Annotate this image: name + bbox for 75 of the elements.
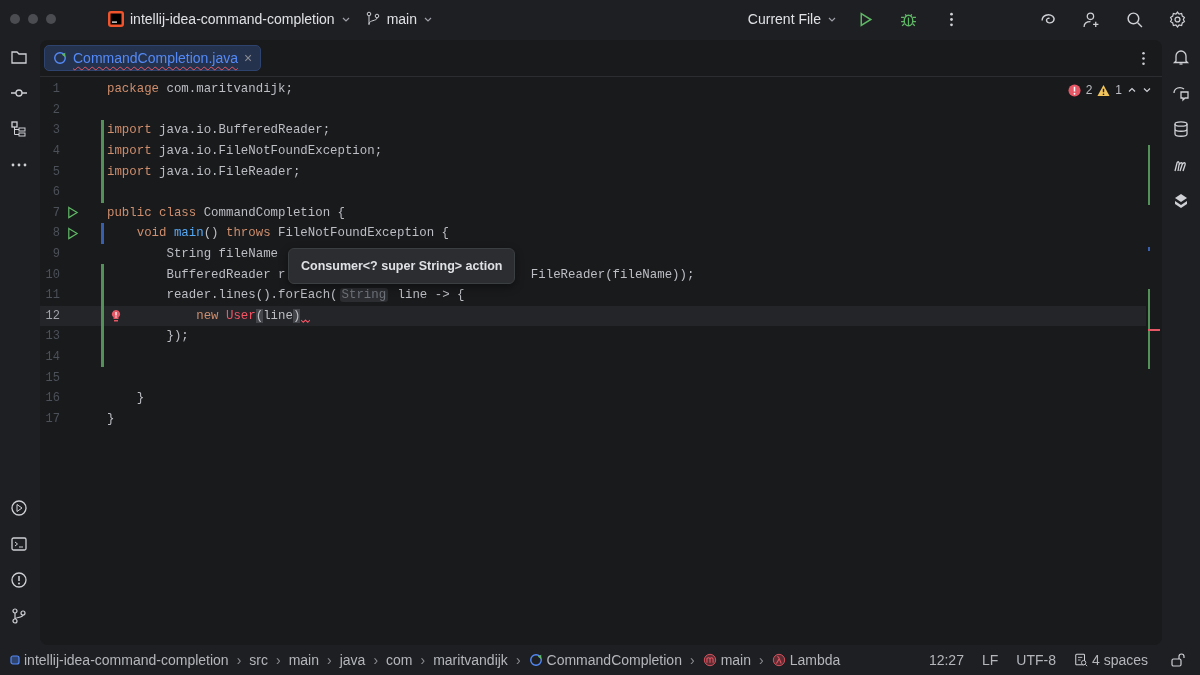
- keyword: package: [107, 82, 160, 97]
- line-number: 1: [51, 82, 60, 97]
- matched-bracket: (: [255, 308, 264, 323]
- breadcrumb-separator: ›: [420, 652, 426, 668]
- breadcrumb-separator: ›: [373, 652, 379, 668]
- breadcrumb-separator: ›: [276, 652, 281, 668]
- line-number: 6: [51, 185, 60, 200]
- caret-position[interactable]: 12:27: [928, 652, 964, 668]
- method-name: main: [173, 226, 204, 241]
- code-text: CommandCompletion {: [203, 205, 345, 220]
- unresolved-symbol: User: [225, 308, 256, 323]
- problems-indicator[interactable]: 2 1: [1067, 83, 1152, 97]
- breadcrumb[interactable]: src: [249, 652, 268, 668]
- breadcrumb[interactable]: main: [702, 652, 751, 668]
- breadcrumb-separator: ›: [689, 652, 695, 668]
- code-text: });: [166, 329, 189, 344]
- breadcrumb-separator: ›: [759, 652, 764, 668]
- breadcrumb[interactable]: maritvandijk: [433, 652, 508, 668]
- line-number: 5: [51, 164, 60, 179]
- code-text: }: [136, 391, 145, 406]
- project-selector[interactable]: intellij-idea-command-completion: [108, 11, 351, 27]
- line-number: 14: [44, 350, 60, 364]
- line-number: 4: [51, 144, 60, 159]
- parameter-info-tooltip: Consumer<? super String> action: [288, 248, 516, 284]
- line-number: 13: [44, 329, 60, 344]
- keyword: new: [196, 308, 219, 323]
- line-number: 7: [51, 205, 60, 220]
- breadcrumb[interactable]: java: [339, 652, 366, 668]
- line-number: 11: [44, 288, 60, 303]
- code-text: FileReader(fileName));: [530, 267, 695, 282]
- breadcrumb-separator: ›: [327, 652, 332, 668]
- keyword: void: [136, 226, 167, 241]
- code-text: java.io.BufferedReader;: [159, 123, 331, 138]
- keyword: throws: [225, 226, 271, 241]
- indent-setting[interactable]: 4 spaces: [1073, 652, 1148, 668]
- breadcrumb-separator: ›: [236, 652, 242, 668]
- line-separator[interactable]: LF: [981, 652, 999, 668]
- keyword: import: [107, 144, 152, 159]
- breadcrumb[interactable]: com: [386, 652, 413, 668]
- code-text: reader.lines().forEach(: [166, 288, 338, 303]
- breadcrumb-separator: ›: [515, 652, 521, 668]
- file-tab[interactable]: CommandCompletion.java ×: [44, 45, 262, 71]
- breadcrumb[interactable]: CommandCompletion: [528, 652, 682, 668]
- breadcrumb[interactable]: main: [288, 652, 319, 668]
- code-text: String fileName: [166, 247, 279, 262]
- close-tab-button[interactable]: ×: [243, 50, 253, 66]
- keyword: public class: [107, 205, 197, 220]
- breadcrumb[interactable]: Lambda: [771, 652, 841, 668]
- code-text: FileNotFoundException {: [278, 226, 450, 241]
- line-number: 3: [51, 123, 60, 138]
- code-text: (): [203, 226, 219, 241]
- tab-label: CommandCompletion.java: [73, 50, 238, 66]
- line-number: 17: [44, 411, 60, 426]
- file-encoding[interactable]: UTF-8: [1016, 652, 1056, 668]
- code-text: BufferedReader r: [166, 267, 286, 282]
- code-text: line -> {: [397, 288, 465, 303]
- keyword: import: [107, 123, 152, 138]
- line-number: 9: [51, 247, 60, 262]
- code-text: com.maritvandijk;: [166, 82, 293, 97]
- branch-selector[interactable]: main: [364, 11, 433, 27]
- line-number: 12: [44, 308, 60, 323]
- line-number: 2: [51, 102, 60, 117]
- breadcrumb[interactable]: intellij-idea-command-completion: [10, 652, 229, 668]
- line-number: 10: [44, 267, 60, 282]
- code-text: line: [263, 308, 293, 323]
- matched-bracket: ): [292, 308, 301, 323]
- run-configuration-selector[interactable]: Current File: [747, 11, 837, 27]
- code-text: java.io.FileReader;: [159, 164, 301, 179]
- line-number: 16: [44, 391, 60, 406]
- line-number: 8: [51, 226, 60, 241]
- keyword: import: [107, 164, 152, 179]
- type-hint: String: [339, 288, 389, 303]
- code-text: java.io.FileNotFoundException;: [159, 144, 383, 159]
- code-text: }: [107, 411, 115, 426]
- line-number: 15: [44, 370, 60, 385]
